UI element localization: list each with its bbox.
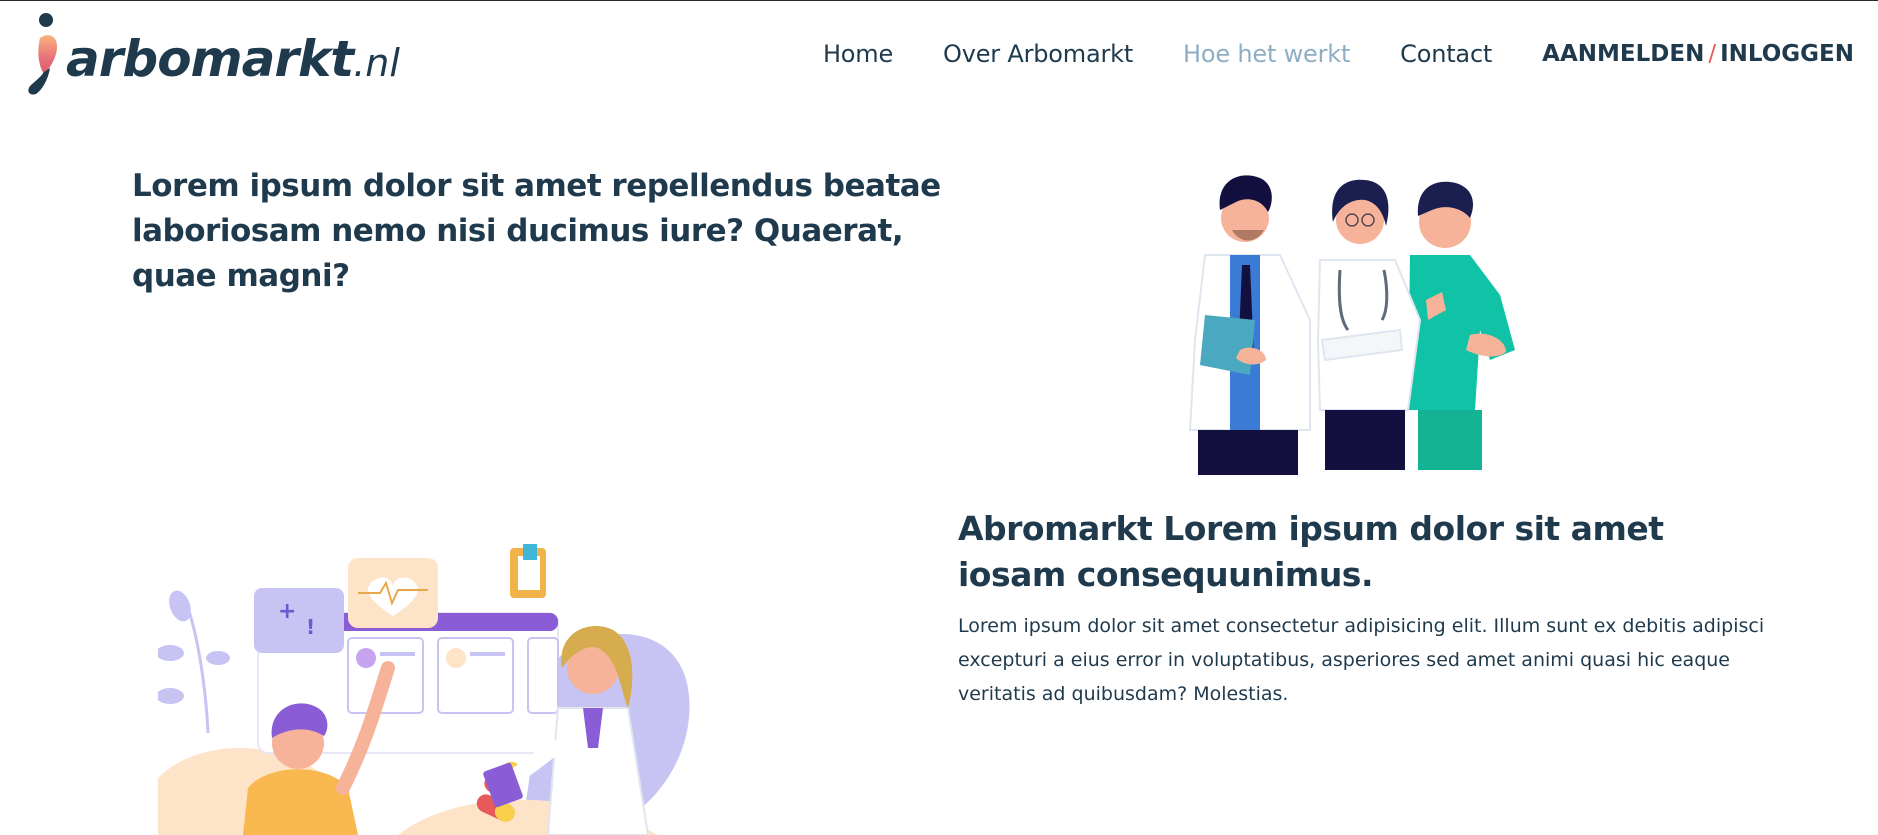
register-link[interactable]: AANMELDEN — [1542, 41, 1704, 67]
logo[interactable]: arbomarkt.nl — [26, 12, 400, 98]
hero-title: Lorem ipsum dolor sit amet repellendus b… — [132, 168, 941, 294]
nav-hoe-het-werkt[interactable]: Hoe het werkt — [1183, 40, 1350, 68]
top-border — [0, 0, 1878, 1]
doctor-consultation-illustration: + ! — [158, 544, 690, 835]
nav-contact[interactable]: Contact — [1400, 40, 1492, 68]
section-title: Abromarkt Lorem ipsum dolor sit amet ios… — [958, 509, 1664, 594]
auth-links: AANMELDEN / INLOGGEN — [1542, 41, 1854, 67]
medical-team-illustration — [1188, 175, 1515, 475]
main-nav: Home Over Arbomarkt Hoe het werkt Contac… — [773, 36, 1854, 72]
logo-wordmark: arbomarkt.nl — [66, 30, 400, 88]
svg-text:+: + — [278, 599, 296, 624]
login-link[interactable]: INLOGGEN — [1720, 41, 1854, 67]
section-body: Lorem ipsum dolor sit amet consectetur a… — [958, 615, 1765, 705]
auth-separator: / — [1708, 41, 1717, 67]
nav-over-arbomarkt[interactable]: Over Arbomarkt — [943, 40, 1133, 68]
svg-text:!: ! — [306, 615, 315, 639]
nav-home[interactable]: Home — [823, 40, 893, 68]
